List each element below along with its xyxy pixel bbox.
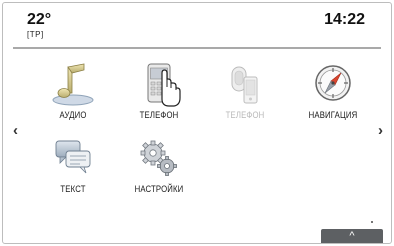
app-tile-phone[interactable]: ТЕЛЕФОН xyxy=(119,61,199,120)
app-tile-phone-projection[interactable]: ТЕЛЕФОН xyxy=(205,61,285,120)
gears-icon xyxy=(140,140,177,176)
compass-icon xyxy=(315,65,351,101)
app-tile-label: АУДИО xyxy=(59,110,87,120)
page-next-button[interactable]: › xyxy=(378,123,383,138)
app-tile-label: НАВИГАЦИЯ xyxy=(308,110,358,120)
music-note-icon xyxy=(52,63,94,106)
page-indicator-dot xyxy=(371,221,373,223)
projection-phone-icon xyxy=(231,66,258,104)
header-divider xyxy=(13,47,381,49)
expand-up-button[interactable]: ^ xyxy=(321,229,383,243)
phone-icon xyxy=(147,63,181,107)
temperature-readout: 22° xyxy=(27,11,52,28)
home-screen: 22° [TP] 14:22 ‹ › АУДИО ТЕЛЕФОН ТЕЛЕФОН… xyxy=(2,2,392,244)
clock: 14:22 xyxy=(324,11,365,28)
app-tile-text[interactable]: ТЕКСТ xyxy=(33,135,113,194)
app-tile-settings[interactable]: НАСТРОЙКИ xyxy=(119,135,199,194)
traffic-program-indicator: [TP] xyxy=(27,30,44,39)
app-tile-label: ТЕКСТ xyxy=(60,184,86,194)
page-prev-button[interactable]: ‹ xyxy=(13,123,18,138)
app-tile-label: НАСТРОЙКИ xyxy=(134,184,184,194)
app-tile-label: ТЕЛЕФОН xyxy=(139,110,179,120)
chat-bubbles-icon xyxy=(55,140,91,174)
app-tile-label: ТЕЛЕФОН xyxy=(225,110,265,120)
app-tile-audio[interactable]: АУДИО xyxy=(33,61,113,120)
app-tile-navigation[interactable]: НАВИГАЦИЯ xyxy=(293,61,373,120)
